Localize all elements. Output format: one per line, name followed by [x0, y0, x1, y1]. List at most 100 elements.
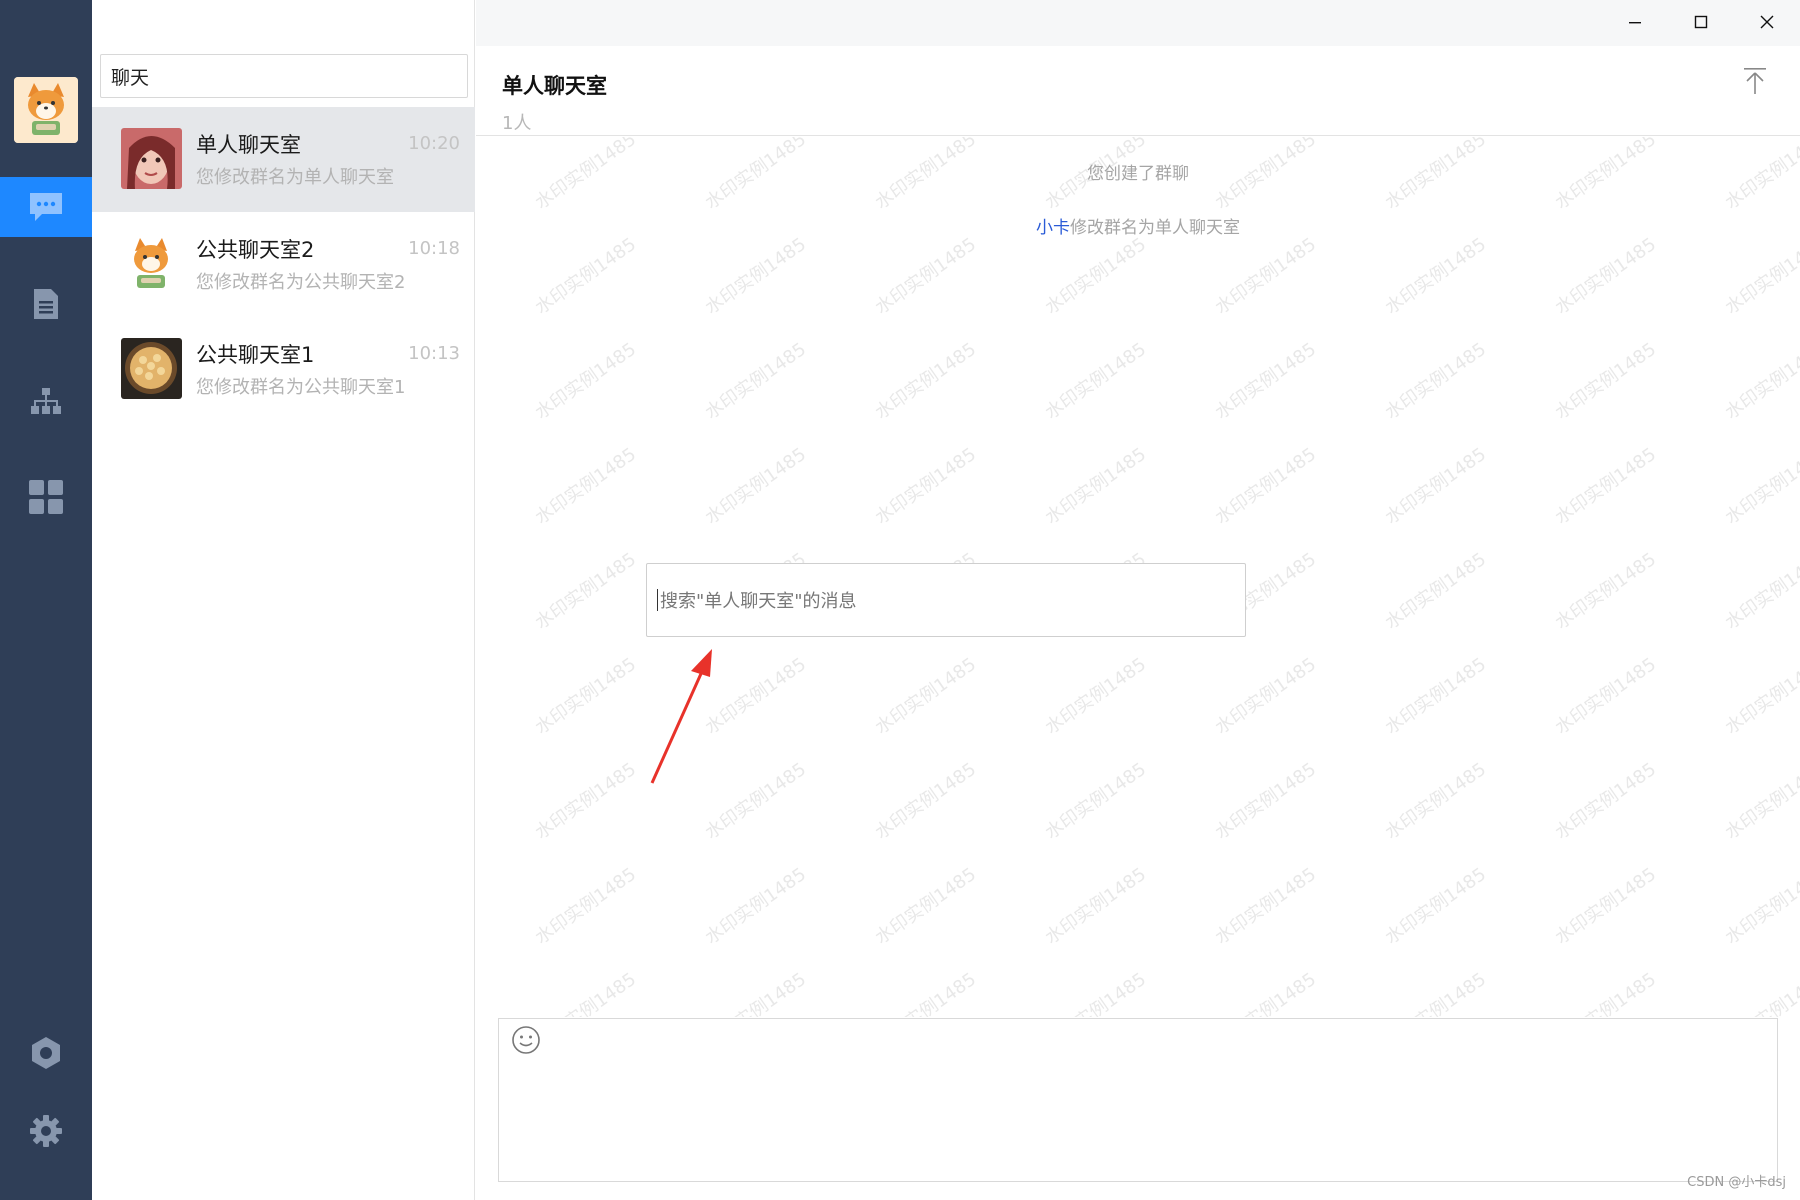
watermark-text: 水印实例1485: [1381, 968, 1491, 1017]
scroll-to-top-icon: [1743, 67, 1767, 99]
member-count: 1人: [502, 113, 532, 134]
chat-header: 单人聊天室 1人: [476, 46, 1800, 136]
conversation-item[interactable]: 公共聊天室1 10:13 您修改群名为公共聊天室1: [92, 317, 475, 422]
watermark-text: 水印实例1485: [1721, 863, 1800, 949]
watermark-text: 水印实例1485: [1551, 548, 1661, 634]
portrait-avatar: [121, 128, 182, 189]
shiba-avatar: [121, 233, 182, 294]
maximize-button[interactable]: [1668, 0, 1734, 46]
settings-gear-icon: [29, 1114, 63, 1148]
watermark-text: 水印实例1485: [701, 338, 811, 424]
document-icon: [32, 287, 60, 321]
conversation-time: 10:20: [408, 133, 460, 154]
watermark-text: 水印实例1485: [531, 863, 641, 949]
message-composer[interactable]: [498, 1018, 1778, 1182]
minimize-icon: [1628, 14, 1642, 33]
chat-panel: 单人聊天室 1人 水印实例1485 水印实例1485 水印实例1485 水印实例148…: [476, 0, 1800, 1200]
watermark-text: 水印实例1485: [1551, 653, 1661, 739]
conversation-name: 公共聊天室2: [196, 238, 315, 262]
message-search-input[interactable]: 搜索"单人聊天室"的消息: [646, 563, 1246, 637]
watermark-text: 水印实例1485: [1381, 758, 1491, 844]
watermark-text: 水印实例1485: [1041, 653, 1151, 739]
nav-record[interactable]: [0, 1023, 92, 1083]
message-area: 水印实例1485 水印实例1485 水印实例1485 水印实例1485 水印实例1485…: [476, 137, 1800, 1017]
conversation-name: 单人聊天室: [196, 133, 301, 157]
food-avatar: [121, 338, 182, 399]
user-avatar[interactable]: [14, 77, 78, 143]
watermark-text: 水印实例1485: [1211, 338, 1321, 424]
conversation-item[interactable]: 公共聊天室2 10:18 您修改群名为公共聊天室2: [92, 212, 475, 317]
watermark-text: 水印实例1485: [1041, 968, 1151, 1017]
org-chart-icon: [30, 387, 62, 417]
watermark-text: 水印实例1485: [531, 968, 641, 1017]
watermark-text: 水印实例1485: [1211, 233, 1321, 319]
conversation-name: 公共聊天室1: [196, 343, 315, 367]
scroll-to-top-button[interactable]: [1740, 66, 1770, 100]
conversation-item[interactable]: 单人聊天室 10:20 您修改群名为单人聊天室: [92, 107, 475, 212]
conversation-list-panel: 聊天 单人聊天室 10:20 您修改群名为单人聊天室 公共聊天室2 10:18 …: [92, 0, 475, 1200]
conversation-preview: 您修改群名为单人聊天室: [196, 167, 394, 188]
watermark-text: 水印实例1485: [1041, 863, 1151, 949]
chat-bubble-icon: [27, 190, 65, 224]
watermark-text: 水印实例1485: [1721, 548, 1800, 634]
nav-settings[interactable]: [0, 1101, 92, 1161]
nav-apps[interactable]: [0, 467, 92, 527]
watermark-text: 水印实例1485: [1721, 653, 1800, 739]
conversation-search-input[interactable]: 聊天: [100, 54, 468, 98]
watermark-text: 水印实例1485: [1211, 443, 1321, 529]
conversation-time: 10:18: [408, 238, 460, 259]
apps-grid-icon: [28, 479, 64, 515]
system-message-actor[interactable]: 小卡: [1036, 218, 1070, 238]
watermark-text: 水印实例1485: [701, 233, 811, 319]
watermark-text: 水印实例1485: [1551, 338, 1661, 424]
watermark-text: 水印实例1485: [1551, 758, 1661, 844]
conversation-search-value: 聊天: [111, 66, 150, 89]
watermark-text: 水印实例1485: [1381, 233, 1491, 319]
record-icon: [30, 1036, 62, 1070]
nav-rail: [0, 0, 92, 1200]
message-search-placeholder: 搜索"单人聊天室"的消息: [660, 591, 857, 612]
watermark-text: 水印实例1485: [1381, 863, 1491, 949]
watermark-text: 水印实例1485: [1381, 338, 1491, 424]
watermark-text: 水印实例1485: [1381, 653, 1491, 739]
watermark-text: 水印实例1485: [1721, 443, 1800, 529]
watermark-text: 水印实例1485: [531, 653, 641, 739]
watermark-text: 水印实例1485: [1381, 548, 1491, 634]
watermark-text: 水印实例1485: [531, 758, 641, 844]
text-caret: [657, 589, 658, 611]
emoji-button[interactable]: [509, 1025, 543, 1059]
conversation-preview: 您修改群名为公共聊天室1: [196, 377, 406, 398]
smiley-icon: [511, 1025, 541, 1059]
watermark-text: 水印实例1485: [871, 233, 981, 319]
chat-app-window: 聊天 单人聊天室 10:20 您修改群名为单人聊天室 公共聊天室2 10:18 …: [0, 0, 1800, 1200]
system-message-created: 您创建了群聊: [1087, 164, 1189, 184]
watermark-text: 水印实例1485: [1041, 443, 1151, 529]
watermark-text: 水印实例1485: [531, 338, 641, 424]
watermark-text: 水印实例1485: [1721, 233, 1800, 319]
maximize-icon: [1694, 14, 1708, 33]
window-titlebar: [476, 0, 1800, 46]
watermark-text: 水印实例1485: [871, 443, 981, 529]
watermark-text: 水印实例1485: [1721, 968, 1800, 1017]
watermark-text: 水印实例1485: [1041, 758, 1151, 844]
watermark-text: 水印实例1485: [1551, 233, 1661, 319]
nav-organization[interactable]: [0, 372, 92, 432]
conversation-time: 10:13: [408, 343, 460, 364]
watermark-text: 水印实例1485: [701, 863, 811, 949]
watermark-text: 水印实例1485: [1551, 968, 1661, 1017]
watermark-text: 水印实例1485: [1211, 968, 1321, 1017]
nav-documents[interactable]: [0, 274, 92, 334]
watermark-text: 水印实例1485: [871, 968, 981, 1017]
system-message-text: 修改群名为单人聊天室: [1070, 218, 1240, 238]
watermark-text: 水印实例1485: [1211, 863, 1321, 949]
watermark-text: 水印实例1485: [531, 233, 641, 319]
minimize-button[interactable]: [1602, 0, 1668, 46]
watermark-text: 水印实例1485: [1381, 443, 1491, 529]
watermark-text: 水印实例1485: [531, 443, 641, 529]
watermark-text: 水印实例1485: [871, 758, 981, 844]
close-button[interactable]: [1734, 0, 1800, 46]
watermark-text: 水印实例1485: [1551, 863, 1661, 949]
nav-chat[interactable]: [0, 177, 92, 237]
watermark-text: 水印实例1485: [531, 548, 641, 634]
watermark-text: 水印实例1485: [1041, 233, 1151, 319]
